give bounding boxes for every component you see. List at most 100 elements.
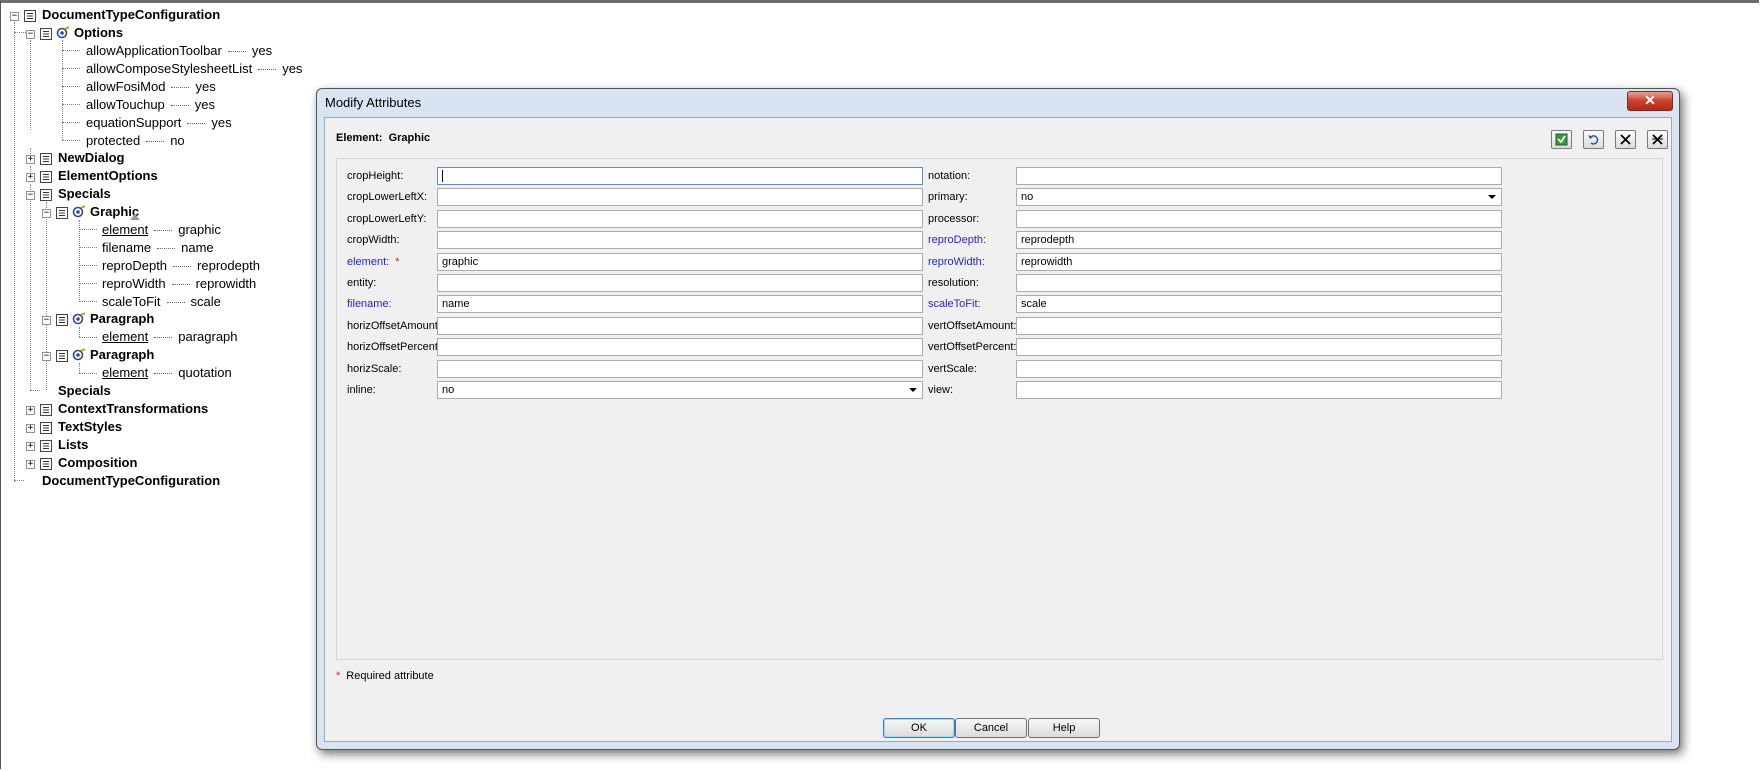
tree-attr-row[interactable]: element paragraph (102, 328, 238, 346)
vertoffsetamount-input[interactable] (1016, 316, 1502, 335)
cropheight-input[interactable] (437, 167, 923, 185)
field-value: name (442, 298, 470, 311)
tree-attr-row[interactable]: reproDepth reprodepth (102, 257, 260, 275)
chevron-down-icon[interactable] (909, 388, 917, 392)
view-input[interactable] (1016, 381, 1502, 399)
field-label: cropWidth: (347, 234, 400, 247)
inline-select[interactable]: no (437, 381, 923, 399)
element-input[interactable]: graphic (437, 252, 923, 271)
field-value: reprodepth (1021, 234, 1075, 247)
delete-all-icon (1652, 134, 1663, 145)
vertscale-input[interactable] (1016, 359, 1502, 378)
undo-icon (1588, 135, 1599, 145)
tree-attr-row[interactable]: scaleToFit scale (102, 293, 221, 311)
tree-node-elementoptions[interactable]: ElementOptions (58, 167, 158, 185)
tree-node-newdialog[interactable]: NewDialog (58, 149, 124, 167)
attributes-grid: cropHeight: cropLowerLeftX: cropLowerLeftY… (336, 158, 1663, 660)
collapse-icon[interactable]: − (10, 12, 19, 21)
cancel-button[interactable]: Cancel (955, 718, 1027, 738)
resolution-input[interactable] (1016, 274, 1502, 292)
field-label: processor: (928, 212, 980, 225)
tree-attr-row[interactable]: allowFosiMod yes (86, 78, 216, 96)
field-value: no (442, 384, 455, 396)
tree-attr-row[interactable]: filename name (102, 239, 214, 257)
expand-icon[interactable]: + (26, 173, 35, 182)
selection-marker-icon (130, 214, 140, 220)
tree-attr-row[interactable]: element quotation (102, 364, 232, 382)
collapse-icon[interactable]: − (26, 30, 35, 39)
attribute-eye-icon (72, 205, 86, 218)
element-label: Element: Graphic (336, 132, 431, 144)
tree-node-lists[interactable]: Lists (58, 436, 88, 454)
field-label: cropHeight: (347, 170, 404, 182)
expand-icon[interactable]: + (26, 155, 35, 164)
processor-input[interactable] (1016, 209, 1502, 228)
collapse-icon[interactable]: − (26, 191, 35, 200)
chevron-down-icon[interactable] (1488, 195, 1496, 200)
field-label: view: (928, 384, 954, 396)
tree-attr-row[interactable]: allowApplicationToolbar yes (86, 42, 272, 60)
element-name: Graphic (388, 132, 431, 144)
tree-node-options[interactable]: Options (74, 24, 123, 42)
horizoffsetamount-input[interactable] (437, 316, 923, 335)
collapse-icon[interactable]: − (42, 352, 51, 361)
primary-select[interactable]: no (1016, 188, 1502, 207)
tree-attr-row[interactable]: allowComposeStylesheetList yes (86, 60, 302, 78)
tree-node-specials[interactable]: Specials (58, 185, 111, 203)
expand-icon[interactable]: + (26, 460, 35, 469)
element-list-icon (56, 314, 68, 326)
tree-attr-row[interactable]: reproWidth reprowidth (102, 275, 256, 293)
tree-attr-row[interactable]: equationSupport yes (86, 114, 232, 132)
undo-button[interactable] (1583, 130, 1604, 149)
expand-icon[interactable]: + (26, 406, 35, 415)
tree-view[interactable]: − DocumentTypeConfiguration − Options al… (0, 0, 320, 560)
delete-all-button[interactable] (1647, 130, 1668, 149)
tree-node-root-end[interactable]: DocumentTypeConfiguration (42, 472, 220, 490)
tree-node-specials-end[interactable]: Specials (58, 382, 111, 400)
help-button[interactable]: Help (1028, 718, 1100, 738)
apply-icon (1555, 133, 1568, 146)
element-list-icon (40, 28, 52, 40)
field-label: vertOffsetPercent: (928, 341, 1017, 354)
croplowerlefty-input[interactable] (437, 209, 923, 228)
entity-input[interactable] (437, 274, 923, 292)
delete-attribute-button[interactable] (1615, 130, 1636, 149)
field-label: reproDepth: (928, 234, 987, 247)
tree-node-root[interactable]: DocumentTypeConfiguration (42, 6, 220, 24)
field-label: scaleToFit: (928, 298, 981, 311)
tree-node-paragraph[interactable]: Paragraph (90, 346, 154, 364)
tree-attr-row[interactable]: allowTouchup yes (86, 96, 215, 114)
reprowidth-input[interactable]: reprowidth (1016, 252, 1502, 271)
field-label: entity: (347, 277, 377, 289)
element-list-icon (40, 171, 52, 183)
reprodepth-input[interactable]: reprodepth (1016, 231, 1502, 250)
field-label: horizOffsetAmount: (347, 319, 441, 332)
field-label: horizScale: (347, 362, 402, 375)
tree-attr-row[interactable]: element graphic (102, 221, 221, 239)
expand-icon[interactable]: + (26, 424, 35, 433)
tree-node-paragraph[interactable]: Paragraph (90, 310, 154, 328)
notation-input[interactable] (1016, 167, 1502, 185)
horizoffsetpercent-input[interactable] (437, 338, 923, 357)
croplowerleftx-input[interactable] (437, 188, 923, 207)
element-list-icon (40, 153, 52, 165)
collapse-icon[interactable]: − (42, 209, 51, 218)
tree-node-composition[interactable]: Composition (58, 454, 137, 472)
horizscale-input[interactable] (437, 359, 923, 378)
required-star: * (395, 255, 400, 268)
filename-input[interactable]: name (437, 295, 923, 314)
tree-node-contexttransformations[interactable]: ContextTransformations (58, 400, 208, 418)
expand-icon[interactable]: + (26, 442, 35, 451)
ok-button[interactable]: OK (883, 718, 955, 738)
field-value: scale (1021, 298, 1047, 311)
vertoffsetpercent-input[interactable] (1016, 338, 1502, 357)
close-button[interactable]: ✕ (1627, 91, 1673, 111)
cropwidth-input[interactable] (437, 231, 923, 250)
collapse-icon[interactable]: − (42, 316, 51, 325)
attribute-eye-icon (56, 26, 70, 39)
apply-button[interactable] (1551, 130, 1572, 149)
tree-node-textstyles[interactable]: TextStyles (58, 418, 122, 436)
field-label: notation: (928, 170, 971, 182)
scaletofit-input[interactable]: scale (1016, 295, 1502, 314)
tree-attr-row[interactable]: protected no (86, 132, 185, 150)
